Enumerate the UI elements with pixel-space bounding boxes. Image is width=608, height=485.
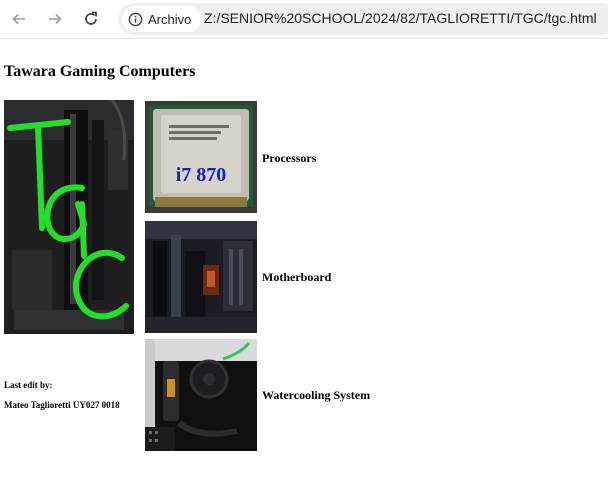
author-credit: Mateo Taglioretti UY027 0018	[4, 400, 120, 410]
browser-toolbar: Archivo Z:/SENIOR%20SCHOOL/2024/82/TAGLI…	[0, 0, 608, 39]
motherboard-image	[145, 221, 257, 333]
watercooling-image	[145, 339, 257, 451]
address-bar[interactable]: Archivo Z:/SENIOR%20SCHOOL/2024/82/TAGLI…	[118, 3, 608, 35]
row-label-processors: Processors	[262, 151, 317, 165]
reload-icon	[85, 11, 97, 25]
reload-button[interactable]	[78, 6, 104, 32]
arrow-right-icon	[49, 13, 62, 25]
site-chip-label: Archivo	[148, 11, 192, 27]
row-label-watercooling: Watercooling System	[262, 388, 371, 402]
row-label-motherboard: Motherboard	[262, 270, 332, 284]
processor-image: i7 870	[145, 101, 257, 213]
arrow-left-icon	[12, 13, 25, 25]
logo-artwork	[4, 100, 134, 334]
url-text[interactable]: Z:/SENIOR%20SCHOOL/2024/82/TAGLIORETTI/T…	[204, 10, 597, 26]
site-info-chip[interactable]: Archivo	[122, 6, 202, 32]
tgc-logo-image	[4, 100, 134, 334]
last-edit-label: Last edit by:	[4, 380, 53, 390]
info-icon	[128, 12, 143, 26]
forward-button[interactable]	[42, 6, 68, 32]
page-title: Tawara Gaming Computers	[4, 63, 196, 80]
cpu-model-text: i7 870	[176, 164, 227, 186]
back-button[interactable]	[6, 6, 32, 32]
